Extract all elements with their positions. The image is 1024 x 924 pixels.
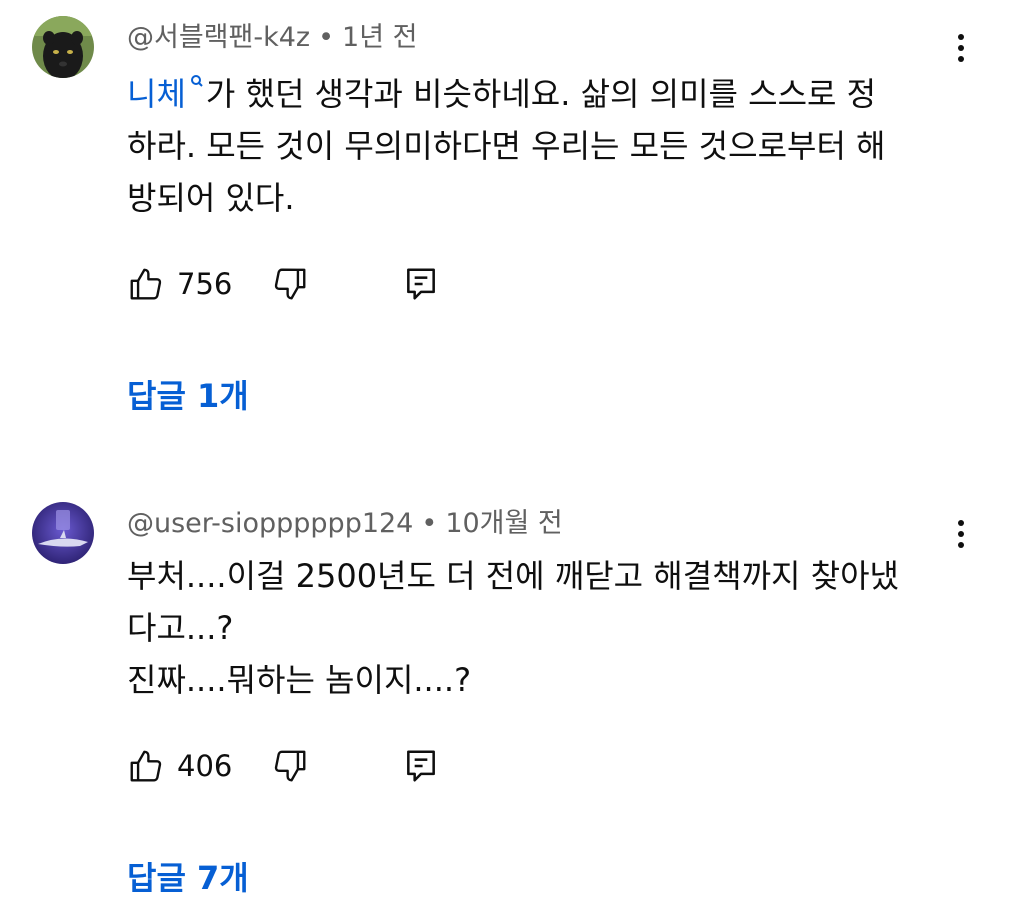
like-button[interactable]: 756 xyxy=(127,264,232,304)
comment-text-segment: 가 했던 생각과 비슷하네요. 삶의 의미를 스스로 정 xyxy=(205,75,877,113)
view-replies-button[interactable]: 답글 7개 xyxy=(127,858,249,898)
search-icon xyxy=(190,75,203,87)
comment-time[interactable]: 1년 전 xyxy=(342,22,417,53)
author-avatar[interactable] xyxy=(32,502,94,564)
comment-time[interactable]: 10개월 전 xyxy=(445,508,562,539)
dislike-button[interactable] xyxy=(271,746,309,786)
like-button[interactable]: 406 xyxy=(127,746,232,786)
separator-dot: • xyxy=(318,22,335,53)
reply-button[interactable] xyxy=(402,746,440,786)
more-vert-icon[interactable] xyxy=(946,24,976,72)
search-tag-label[interactable]: 니체 xyxy=(127,75,186,113)
author-name[interactable]: @서블랙팬-k4z xyxy=(127,22,310,53)
comment-header: @user-siopppppp124 • 10개월 전 xyxy=(127,506,563,542)
thumbs-up-icon xyxy=(130,268,162,300)
comment-icon xyxy=(407,750,435,782)
comment-text-line: 부처....이걸 2500년도 더 전에 깨닫고 해결책까지 찾아냈 xyxy=(127,557,899,595)
comment-icon xyxy=(407,268,435,300)
comment-header: @서블랙팬-k4z • 1년 전 xyxy=(127,20,417,56)
black-panther-avatar-icon xyxy=(32,16,94,78)
comment-text-line: 진짜....뭐하는 놈이지....? xyxy=(127,661,472,699)
thumbs-down-icon xyxy=(274,268,306,300)
author-name[interactable]: @user-siopppppp124 xyxy=(127,508,413,539)
separator-dot: • xyxy=(421,508,438,539)
author-avatar[interactable] xyxy=(32,16,94,78)
dislike-button[interactable] xyxy=(271,264,309,304)
thumbs-up-icon xyxy=(130,750,162,782)
comment-text: 부처....이걸 2500년도 더 전에 깨닫고 해결책까지 찾아냈 다고...… xyxy=(127,550,957,706)
search-tag-link[interactable]: 니체 xyxy=(127,75,206,113)
comment-text-line: 방되어 있다. xyxy=(127,179,295,217)
comment-text-line: 니체 가 했던 생각과 비슷하네요. 삶의 의미를 스스로 정 xyxy=(127,68,957,120)
comment-text-line: 다고...? xyxy=(127,609,234,647)
view-replies-button[interactable]: 답글 1개 xyxy=(127,376,249,416)
like-count: 406 xyxy=(177,749,233,783)
like-count: 756 xyxy=(177,267,233,301)
thumbs-down-icon xyxy=(274,750,306,782)
comment-text: 니체 가 했던 생각과 비슷하네요. 삶의 의미를 스스로 정 하라. 모든 것이… xyxy=(127,68,957,224)
comment-text-line: 하라. 모든 것이 무의미하다면 우리는 모든 것으로부터 해 xyxy=(127,127,886,165)
shark-avatar-icon xyxy=(32,502,94,564)
reply-button[interactable] xyxy=(402,264,440,304)
